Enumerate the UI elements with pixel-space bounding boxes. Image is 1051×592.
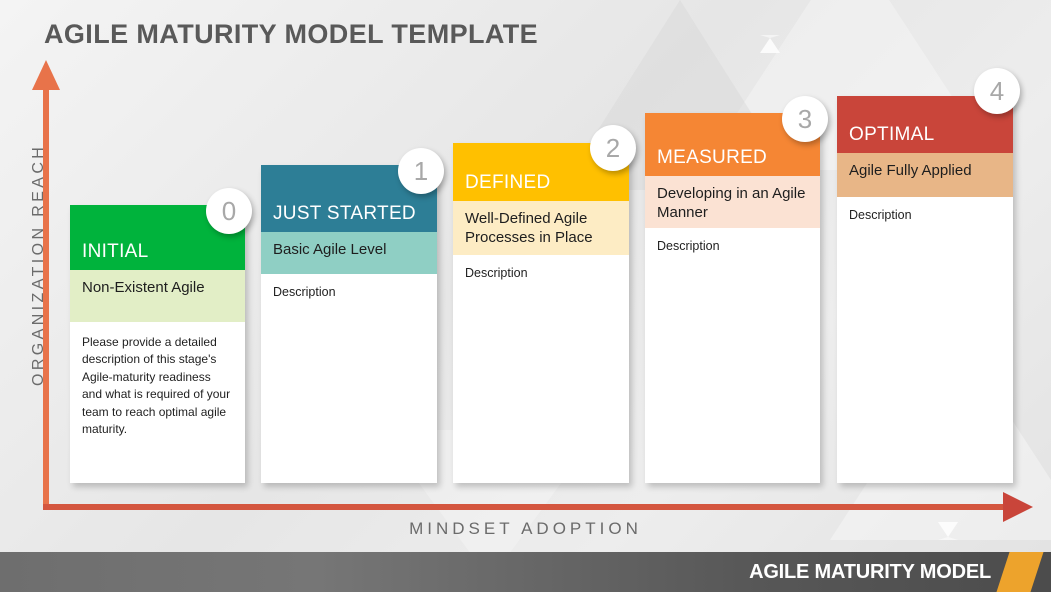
stage-column-measured[interactable]: MEASURED Developing in an Agile Manner D… xyxy=(645,113,820,483)
stage-description-just-started[interactable]: Description xyxy=(261,274,437,483)
stage-subtitle-initial: Non-Existent Agile xyxy=(70,270,245,322)
stage-badge-0: 0 xyxy=(206,188,252,234)
stage-badge-1-label: 1 xyxy=(413,155,429,186)
stage-description-optimal[interactable]: Description xyxy=(837,197,1013,483)
stage-name-just-started: JUST STARTED xyxy=(273,203,416,224)
stage-badge-3-label: 3 xyxy=(797,103,813,134)
stage-column-just-started[interactable]: JUST STARTED Basic Agile Level Descripti… xyxy=(261,165,437,483)
stage-description-measured[interactable]: Description xyxy=(645,228,820,483)
stage-name-defined: DEFINED xyxy=(465,172,551,193)
stage-subtitle-just-started: Basic Agile Level xyxy=(261,232,437,274)
stage-badge-2-label: 2 xyxy=(605,132,621,163)
stage-subtitle-text-defined: Well-Defined Agile Processes in Place xyxy=(465,210,593,247)
stage-description-initial[interactable]: Please provide a detailed description of… xyxy=(70,322,245,483)
stage-description-defined[interactable]: Description xyxy=(453,255,629,483)
stage-name-measured: MEASURED xyxy=(657,147,768,168)
stage-column-optimal[interactable]: OPTIMAL Agile Fully Applied Description xyxy=(837,96,1013,483)
stage-column-initial[interactable]: INITIAL Non-Existent Agile Please provid… xyxy=(70,205,245,483)
stage-subtitle-optimal: Agile Fully Applied xyxy=(837,153,1013,197)
stage-badge-4-label: 4 xyxy=(989,75,1005,106)
stage-subtitle-text-optimal: Agile Fully Applied xyxy=(849,162,972,179)
stage-subtitle-measured: Developing in an Agile Manner xyxy=(645,176,820,228)
stage-subtitle-text-measured: Developing in an Agile Manner xyxy=(657,185,806,222)
background-triangle-outline-1 xyxy=(760,35,780,53)
stage-subtitle-text-just-started: Basic Agile Level xyxy=(273,241,387,258)
arrow-right-icon xyxy=(1003,492,1033,522)
stage-badge-1: 1 xyxy=(398,148,444,194)
stage-badge-4: 4 xyxy=(974,68,1020,114)
slide-canvas: AGILE MATURITY MODEL TEMPLATE ORGANIZATI… xyxy=(0,0,1051,592)
footer-label: AGILE MATURITY MODEL xyxy=(749,561,991,583)
stage-name-optimal: OPTIMAL xyxy=(849,124,935,145)
x-axis-label: MINDSET ADOPTION xyxy=(409,519,642,538)
stage-badge-0-label: 0 xyxy=(221,195,237,226)
stage-badge-3: 3 xyxy=(782,96,828,142)
stage-column-defined[interactable]: DEFINED Well-Defined Agile Processes in … xyxy=(453,143,629,483)
stage-badge-2: 2 xyxy=(590,125,636,171)
y-axis-label: ORGANIZATION REACH xyxy=(30,143,47,386)
x-axis-line xyxy=(43,504,1009,510)
page-title: AGILE MATURITY MODEL TEMPLATE xyxy=(44,19,539,49)
stage-subtitle-defined: Well-Defined Agile Processes in Place xyxy=(453,201,629,255)
stage-name-initial: INITIAL xyxy=(82,241,149,262)
stage-subtitle-text-initial: Non-Existent Agile xyxy=(82,279,205,296)
